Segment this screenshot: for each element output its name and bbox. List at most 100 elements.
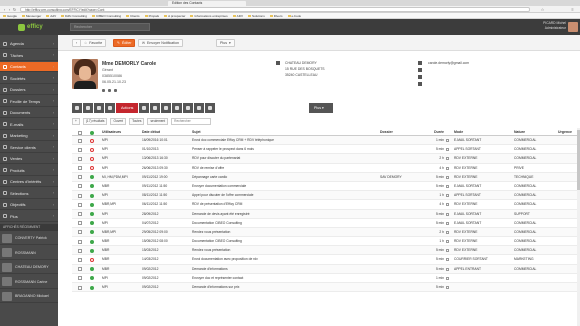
done-checkbox[interactable] xyxy=(446,166,449,170)
row-checkbox[interactable] xyxy=(78,267,82,272)
grid-view-icon[interactable] xyxy=(72,103,82,113)
recent-item[interactable]: CHATEAU DEMORY xyxy=(0,261,58,274)
table-search-input[interactable]: Rechercher xyxy=(171,117,212,125)
row-checkbox[interactable] xyxy=(78,285,82,290)
cell-subject[interactable]: RDV de présentation d'Efficy CRM xyxy=(192,200,380,208)
table-row[interactable]: MBR 09/11/2012 11:50 Envoyer documentation… xyxy=(72,182,580,192)
bookmark-item[interactable]: ADV xyxy=(232,14,243,18)
done-checkbox[interactable] xyxy=(446,194,449,198)
done-checkbox[interactable] xyxy=(446,203,449,207)
bookmark-item[interactable]: Informations entreprises xyxy=(190,14,228,18)
cell-subject[interactable]: Envoyer doc et représenter contact xyxy=(192,274,380,282)
sidebar-item[interactable]: Objectifs › xyxy=(0,200,58,210)
mail-tab-icon[interactable] xyxy=(150,103,161,113)
add-filter-button[interactable]: + xyxy=(72,117,80,125)
row-checkbox[interactable] xyxy=(78,166,82,171)
done-checkbox[interactable] xyxy=(446,212,449,216)
cell-dossier[interactable] xyxy=(380,246,424,254)
cell-subject[interactable]: Envoi doc commerciale Efficy CRM + RDV t… xyxy=(192,136,380,144)
cell-dossier[interactable] xyxy=(380,200,424,208)
table-row[interactable]: MPI 09/02/2012 Envoyer doc et représenter … xyxy=(72,274,580,283)
row-checkbox[interactable] xyxy=(78,212,82,216)
cell-subject[interactable]: Appel pour discuter de l'offre commercia… xyxy=(192,191,380,199)
sidebar-item[interactable]: Plus › xyxy=(0,212,58,222)
table-row[interactable]: MPI 26/06/2013 09:30 RDV de remise d'offre… xyxy=(72,164,580,173)
done-checkbox[interactable] xyxy=(446,139,449,142)
table-row[interactable]: MPI 01/10/2013 Penser à rappeler le prospe… xyxy=(72,145,580,155)
bookmark-item[interactable]: CIBEO Consulting xyxy=(92,14,121,18)
table-row[interactable]: MBR 15/03/2012 Rendez vous présentation 5 m… xyxy=(72,246,580,256)
row-checkbox[interactable] xyxy=(78,239,82,244)
cell-subject[interactable]: RDV pour discuter du partenariat xyxy=(192,154,380,162)
done-checkbox[interactable] xyxy=(446,184,449,188)
favorite-button[interactable]: ☆ Favorite xyxy=(80,39,107,47)
done-checkbox[interactable] xyxy=(446,286,449,289)
done-checkbox[interactable] xyxy=(446,240,449,244)
row-checkbox[interactable] xyxy=(78,276,82,281)
row-checkbox[interactable] xyxy=(78,184,82,189)
tab-plus-menu[interactable]: Plus ▾ xyxy=(309,103,333,113)
menu-icon[interactable]: ≡ xyxy=(570,7,575,12)
docs-tab-icon[interactable] xyxy=(139,103,150,113)
contact-mobile[interactable]: 06.05.21.10.23 xyxy=(102,80,126,84)
table-row[interactable]: MBR,MPI 06/11/2012 11:50 RDV de présentati… xyxy=(72,200,580,210)
contact-email[interactable]: carole.demorly@gmail.com xyxy=(428,61,469,65)
row-checkbox[interactable] xyxy=(78,147,82,152)
people-tab-icon[interactable] xyxy=(105,103,115,113)
contacts-tab-icon[interactable] xyxy=(83,103,93,113)
cell-dossier[interactable] xyxy=(380,154,424,162)
print-tab-icon[interactable] xyxy=(161,103,172,113)
table-row[interactable]: MPI 13/06/2013 16:30 RDV pour discuter du … xyxy=(72,154,580,164)
reload-icon[interactable]: ↻ xyxy=(12,7,17,12)
sidebar-item[interactable]: Ventes › xyxy=(0,154,58,164)
bookmark-item[interactable]: Divers xyxy=(269,14,283,18)
column-header[interactable]: Dossier xyxy=(380,128,424,135)
edit-button[interactable]: ✎ Éditer xyxy=(113,39,136,47)
done-checkbox[interactable] xyxy=(446,157,449,161)
done-checkbox[interactable] xyxy=(446,267,449,271)
table-row[interactable]: MPI 08/11/2012 11:50 Appel pour discuter d… xyxy=(72,191,580,201)
row-checkbox[interactable] xyxy=(78,248,82,253)
column-header[interactable]: Date début xyxy=(142,128,192,135)
row-checkbox[interactable] xyxy=(78,175,82,180)
logo[interactable]: efficy xyxy=(0,19,58,35)
cell-subject[interactable]: RDV de remise d'offre xyxy=(192,164,380,172)
row-checkbox[interactable] xyxy=(78,156,82,161)
bookmark-item[interactable]: Solutions xyxy=(248,14,265,18)
cell-subject[interactable]: Envoi documentation avec proposition de … xyxy=(192,255,380,263)
bookmark-item[interactable]: Ddfc Consulting xyxy=(61,14,87,18)
sidebar-item[interactable]: Service clients › xyxy=(0,143,58,153)
twitter-icon[interactable] xyxy=(114,89,117,92)
cell-dossier[interactable] xyxy=(380,237,424,245)
cell-dossier[interactable] xyxy=(380,265,424,273)
user-info[interactable]: PICARD Michel Administrateur xyxy=(543,21,566,31)
column-header[interactable]: Mode xyxy=(454,128,512,135)
done-checkbox[interactable] xyxy=(446,175,449,179)
column-header[interactable]: Nature xyxy=(514,128,556,135)
recent-item[interactable]: CONVERTY Patrick xyxy=(0,232,58,245)
sidebar-item[interactable]: Contacts › xyxy=(0,62,58,72)
user-icon[interactable] xyxy=(102,89,105,92)
bookmark-item[interactable]: Messenger xyxy=(21,14,41,18)
contact-phone[interactable]: 0385510086 xyxy=(102,74,122,78)
recent-item[interactable]: BRAGANNO Mickael xyxy=(0,290,58,303)
column-header[interactable]: Durée xyxy=(424,128,444,135)
star-icon[interactable]: ☆ xyxy=(540,7,545,12)
cell-dossier[interactable] xyxy=(380,228,424,236)
table-row[interactable]: MBR 15/05/2012 08:00 Documentation CIBEO C… xyxy=(72,237,580,247)
sidebar-item[interactable]: Centres d'intérêts › xyxy=(0,177,58,187)
row-checkbox[interactable] xyxy=(78,202,82,207)
only-filter[interactable]: seulement xyxy=(147,117,169,125)
cell-subject[interactable]: Demande d'informations sur prix xyxy=(192,283,380,291)
ticket-tab-icon[interactable] xyxy=(194,103,205,113)
avatar[interactable] xyxy=(568,22,578,32)
sidebar-item[interactable]: Tâches › xyxy=(0,51,58,61)
cell-dossier[interactable] xyxy=(380,145,424,153)
row-checkbox[interactable] xyxy=(78,230,82,235)
cell-dossier[interactable] xyxy=(380,182,424,190)
cell-subject[interactable]: Demande d'informations xyxy=(192,265,380,273)
bookmark-item[interactable]: e-book xyxy=(287,14,301,18)
cell-subject[interactable]: Envoyer documentation commerciale xyxy=(192,182,380,190)
cell-dossier[interactable] xyxy=(380,219,424,227)
bookmark-item[interactable]: Clients xyxy=(126,14,140,18)
